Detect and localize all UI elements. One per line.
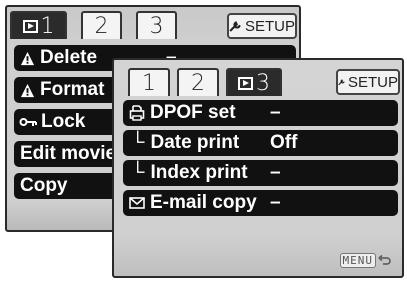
printer-icon <box>129 105 145 121</box>
wrench-icon <box>229 21 241 32</box>
tab-2[interactable]: 2 <box>81 11 122 39</box>
tab-play-3[interactable]: 3 <box>226 68 282 96</box>
menu-item-email-copy[interactable]: E-mail copy – <box>123 190 398 216</box>
envelope-icon <box>129 197 145 209</box>
warning-icon <box>20 83 35 97</box>
setup-button[interactable]: SETUP <box>336 69 400 95</box>
tab-3[interactable]: 3 <box>136 11 177 39</box>
tab-1[interactable]: 1 <box>128 68 170 96</box>
warning-icon <box>20 51 35 65</box>
menu-return-button[interactable]: MENU <box>339 253 393 268</box>
tab-2[interactable]: 2 <box>177 68 219 96</box>
return-arrow-icon <box>378 254 391 265</box>
setup-button[interactable]: SETUP <box>227 13 297 39</box>
key-icon <box>19 118 37 126</box>
menu-item-index-print[interactable]: └ Index print – <box>123 160 398 186</box>
wrench-icon <box>338 79 345 86</box>
front-menu-panel: 1 2 3 SETUP DPOF set – └ Date print Off … <box>112 58 404 278</box>
play-icon <box>22 19 38 33</box>
play-icon <box>238 76 253 90</box>
menu-item-date-print[interactable]: └ Date print Off <box>123 130 398 156</box>
menu-item-dpof-set[interactable]: DPOF set – <box>123 100 398 126</box>
tab-play-1[interactable]: 1 <box>10 11 67 39</box>
